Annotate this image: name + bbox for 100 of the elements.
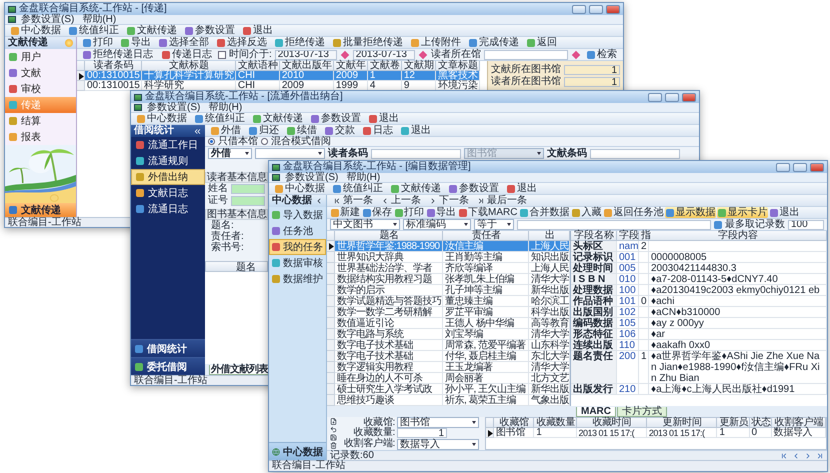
sidebar-item[interactable]: 任务池	[269, 223, 326, 239]
table-row[interactable]: 数学试题精选与答题技巧 董忠臻主编 哈尔滨工	[327, 296, 570, 307]
menu-item[interactable]: 帮助(H)	[343, 172, 384, 182]
sidebar-item[interactable]: 数据审核	[269, 255, 326, 271]
column-header[interactable]: 题名	[205, 261, 268, 272]
column-header[interactable]: 字段名称	[571, 231, 617, 241]
column-header[interactable]: 字段内容	[649, 231, 827, 241]
tab[interactable]: 外借文献列表	[209, 365, 270, 375]
column-header[interactable]: 读者条码	[85, 61, 142, 71]
sidebar-item[interactable]: 文献日志	[131, 185, 205, 201]
table-row[interactable]: 睡在身边的人不可杀 周会丽著 北方文艺	[327, 373, 570, 384]
table-row[interactable]: 00:1310015 科学研究 CHI 2009 1999 4 9 环境污染	[77, 81, 480, 91]
toolbar-button[interactable]: 统值纠正	[330, 183, 386, 194]
minimize-button[interactable]	[648, 92, 662, 102]
toolbar-button[interactable]: 选择反选	[214, 37, 270, 48]
table-row[interactable]: 数字电子技术基础 周常森, 范爱平编著 山东科学	[327, 340, 570, 351]
toolbar-button[interactable]: 导出	[426, 207, 457, 218]
chevron-last-icon[interactable]	[816, 452, 824, 460]
sidebar-item[interactable]: 审校	[5, 81, 76, 97]
column-header[interactable]: 文献期	[402, 61, 436, 71]
column-header[interactable]: 指	[639, 231, 649, 241]
toolbar-button[interactable]: 参数设置	[308, 113, 364, 124]
toolbar-button[interactable]: 文献传递	[388, 183, 444, 194]
column-header[interactable]: 收藏馆	[494, 418, 534, 428]
toolbar-button[interactable]: 中心数据	[272, 183, 328, 194]
column-header[interactable]: 文献出版年	[280, 61, 334, 71]
toolbar-button[interactable]: 退出	[240, 25, 276, 36]
minimize-button[interactable]	[572, 4, 586, 14]
toolbar-button[interactable]: 日志	[360, 125, 396, 136]
sidebar-item[interactable]: 导入数据	[269, 207, 326, 223]
toolbar-button[interactable]: 外借	[208, 125, 244, 136]
toolbar-button[interactable]: 上传附件	[408, 37, 464, 48]
column-header[interactable]: 文献卷	[368, 61, 402, 71]
table-row[interactable]: 硕士研究生入学考试政 孙小平, 王欠山主编 新华出版	[327, 384, 570, 395]
maximize-button[interactable]	[793, 162, 807, 172]
dropdown-field[interactable]	[255, 148, 325, 159]
file-plus-icon[interactable]	[330, 418, 336, 425]
menu-item[interactable]: 参数设置(S)	[282, 172, 342, 182]
trash-icon[interactable]	[330, 442, 336, 450]
toolbar-button[interactable]: 显示卡片	[717, 207, 768, 218]
input-field[interactable]	[484, 50, 568, 60]
table-row[interactable]: 数据结构实用教程习题 张孝凯,朱上伯编 清华大学	[327, 274, 570, 285]
chevron-first-icon[interactable]	[780, 452, 788, 460]
navigation-button[interactable]: 上一条	[378, 195, 424, 206]
input-field[interactable]	[231, 196, 265, 206]
toolbar-button[interactable]: 续借	[284, 125, 320, 136]
minimize-button[interactable]	[776, 162, 790, 172]
toolbar-button[interactable]: 统值纠正	[66, 25, 122, 36]
panel-button[interactable]: 委托借阅	[131, 357, 205, 375]
toolbar-button[interactable]: 文献传递	[250, 113, 306, 124]
table-row[interactable]: 世界知识大辞典 王肖勤等主编 知识出版	[327, 252, 570, 263]
column-header[interactable]: 责任者	[443, 231, 529, 241]
toolbar-button[interactable]: 参数设置	[446, 183, 502, 194]
tab[interactable]: 卡片方式	[617, 407, 667, 417]
toolbar-button[interactable]: 退出	[366, 113, 402, 124]
column-header[interactable]: 题名	[335, 231, 443, 241]
table-row[interactable]: 数字电路与系统 刘宝琴编 清华大学	[327, 329, 570, 340]
tab[interactable]: MARC	[576, 407, 616, 417]
column-header[interactable]: 字段	[617, 231, 639, 241]
checkbox[interactable]	[218, 50, 226, 58]
toolbar-button[interactable]: 新建	[330, 207, 361, 218]
sidebar-item[interactable]: 结算	[5, 113, 76, 129]
field-select[interactable]: 标准编码	[403, 219, 471, 230]
radio-button[interactable]	[261, 138, 268, 145]
table-row[interactable]: 数学的启示 孔子坤等主编 新华出版	[327, 285, 570, 296]
toolbar-button[interactable]: 完成传递	[466, 37, 522, 48]
column-header[interactable]: 状态	[750, 418, 772, 428]
table-row[interactable]: 思维技巧趣谈 祈东, 葛荣五主编 气象出版	[327, 395, 570, 406]
table-row[interactable]: 数字电子技术基础 付华, 聂启桂主编 东北大学	[327, 351, 570, 362]
toolbar-button[interactable]: 合并数据	[519, 207, 570, 218]
toolbar-button[interactable]: 打印	[80, 37, 116, 48]
sidebar-item[interactable]: 用户	[5, 49, 76, 65]
sidebar-item[interactable]: 我的任务	[269, 239, 326, 255]
search-button[interactable]: 检索	[584, 49, 620, 60]
toolbar-button[interactable]: 下载MARC	[458, 207, 518, 218]
toolbar-button[interactable]: 传递日志	[159, 49, 215, 60]
column-header[interactable]: 文章标题	[436, 61, 480, 71]
chevron-right-icon[interactable]	[804, 452, 812, 460]
maximize-button[interactable]	[589, 4, 603, 14]
toolbar-button[interactable]: 打印	[394, 207, 425, 218]
navigation-button[interactable]: 最后一条	[474, 195, 530, 206]
sidebar-item[interactable]: 流通工作日	[131, 137, 205, 153]
table-row[interactable]: 世界基础法治学、学者 齐欣等编译 上海人民	[327, 263, 570, 274]
toolbar-button[interactable]: 交款	[322, 125, 358, 136]
sidebar-item[interactable]: 报表	[5, 129, 76, 145]
column-header[interactable]: 更新时间	[646, 418, 718, 428]
panel-button[interactable]: 中心数据	[269, 442, 326, 460]
column-header[interactable]: 文献年	[334, 61, 368, 71]
sidebar-item[interactable]: 文献	[5, 65, 76, 81]
toolbar-button[interactable]: 退出	[504, 183, 540, 194]
toolbar-button[interactable]: 保存	[362, 207, 393, 218]
panel-button[interactable]: 借阅统计	[131, 339, 205, 357]
column-header[interactable]: 出	[529, 231, 570, 241]
toolbar-button[interactable]: 返回	[524, 37, 560, 48]
close-button[interactable]	[682, 92, 696, 102]
undo-icon[interactable]	[330, 426, 336, 433]
toolbar-button[interactable]: 归还	[246, 125, 282, 136]
sidebar-item[interactable]: 流通规则	[131, 153, 205, 169]
close-button[interactable]	[606, 4, 620, 14]
column-header[interactable]: 更新员	[717, 418, 750, 428]
